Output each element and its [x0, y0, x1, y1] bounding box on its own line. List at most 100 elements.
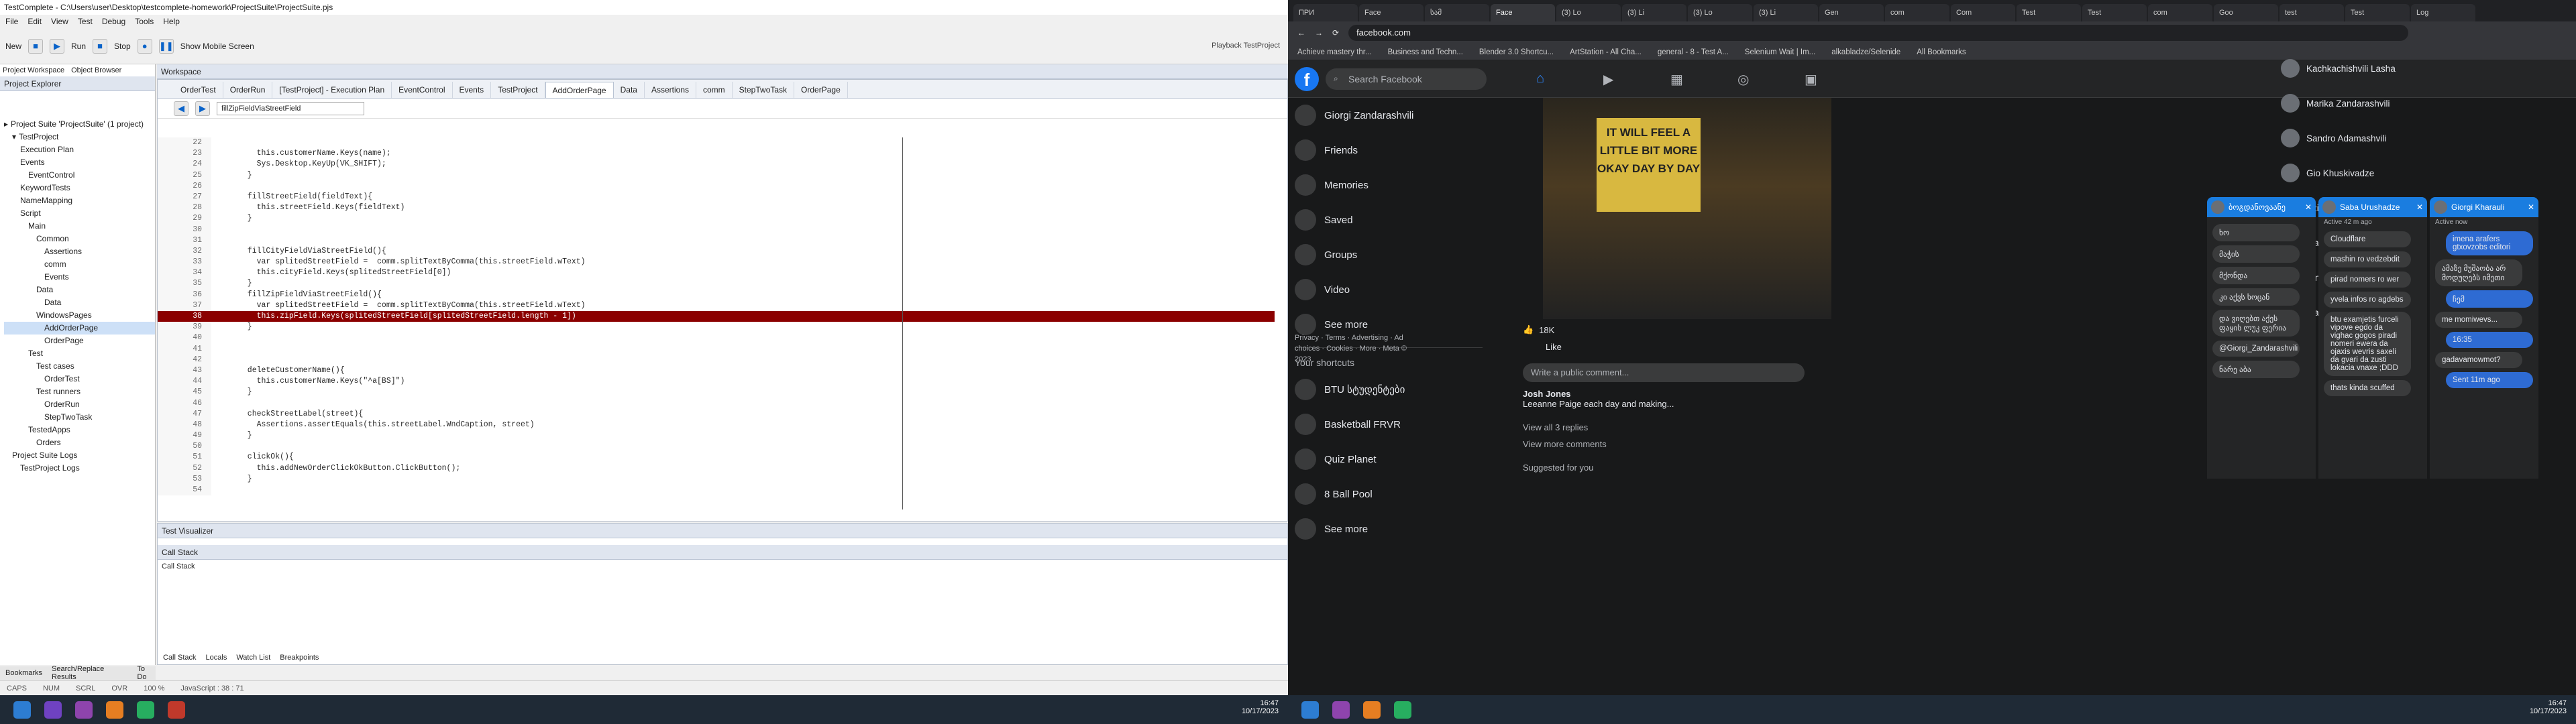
bookmark-item[interactable]: alkabladze/Selenide [1831, 48, 1900, 56]
tree-item[interactable]: TestProject Logs [4, 462, 155, 475]
tab-object-browser[interactable]: Object Browser [71, 66, 121, 74]
browser-tab[interactable]: Log [2411, 4, 2475, 21]
tree-item[interactable]: OrderTest [4, 373, 155, 385]
show-mobile-screen-button[interactable]: Show Mobile Screen [180, 42, 254, 51]
close-icon[interactable]: ✕ [2305, 202, 2312, 212]
chat-header[interactable]: Saba Urushadze ✕ [2318, 197, 2427, 217]
menu-edit[interactable]: Edit [28, 17, 42, 26]
sidebar-item-profile[interactable]: Giorgi Zandarashvili [1288, 98, 1489, 133]
footer-links[interactable]: Privacy · Terms · Advertising · Ad choic… [1295, 333, 1422, 365]
tab-project-workspace[interactable]: Project Workspace [3, 66, 64, 74]
code-line[interactable]: 22 [158, 137, 1275, 149]
code-line[interactable]: 33 var splitedStreetField = comm.splitTe… [158, 257, 1275, 268]
editor-tab[interactable]: StepTwoTask [733, 82, 795, 98]
browser-tab[interactable]: Goo [2214, 4, 2278, 21]
code-line[interactable]: 35 } [158, 278, 1275, 290]
tree-item[interactable]: Execution Plan [4, 143, 155, 156]
facebook-logo[interactable]: f [1295, 67, 1319, 91]
menu-view[interactable]: View [51, 17, 68, 26]
shortcut-item[interactable]: Basketball FRVR [1288, 407, 1489, 442]
tree-item[interactable]: Common [4, 233, 155, 245]
tab-todo[interactable]: To Do [137, 665, 156, 681]
tab-search-replace[interactable]: Search/Replace Results [52, 665, 127, 681]
bookmark-item[interactable]: Business and Techn... [1388, 48, 1463, 56]
tree-item[interactable]: Script [4, 207, 155, 220]
browser-tab[interactable]: (3) Li [1754, 4, 1818, 21]
editor-tab[interactable]: TestProject [491, 82, 545, 98]
code-line[interactable]: 37 var splitedStreetField = comm.splitTe… [158, 300, 1275, 311]
app-icon[interactable] [44, 701, 62, 719]
code-line[interactable]: 49 } [158, 430, 1275, 442]
editor-tab[interactable]: OrderPage [794, 82, 848, 98]
editor-tab-active[interactable]: AddOrderPage [545, 82, 614, 98]
code-line[interactable]: 45 } [158, 387, 1275, 398]
tree-item[interactable]: EventControl [4, 169, 155, 182]
editor-tab[interactable]: Events [453, 82, 492, 98]
code-line[interactable]: 48 Assertions.assertEquals(this.streetLa… [158, 419, 1275, 431]
sidebar-item-saved[interactable]: Saved [1288, 202, 1489, 237]
back-icon[interactable]: ← [1297, 28, 1305, 38]
code-line[interactable]: 39 } [158, 322, 1275, 333]
chat-header[interactable]: ბოგდანოვაანე ✕ [2207, 197, 2316, 217]
browser-tab[interactable]: Gen [1819, 4, 1884, 21]
shortcut-item[interactable]: 8 Ball Pool [1288, 477, 1489, 511]
code-line[interactable]: 54 [158, 485, 1275, 496]
tree-item[interactable]: TestedApps [4, 424, 155, 436]
code-line[interactable]: 50 [158, 441, 1275, 452]
code-line[interactable]: 52 this.addNewOrderClickOkButton.ClickBu… [158, 463, 1275, 474]
function-dropdown[interactable]: fillZipFieldViaStreetField [217, 101, 364, 115]
app-icon[interactable] [137, 701, 154, 719]
browser-tab[interactable]: Face [1491, 4, 1555, 21]
view-more-comments-link[interactable]: View more comments [1523, 439, 1805, 449]
tree-item[interactable]: Data [4, 296, 155, 309]
tree-item[interactable]: Test cases [4, 360, 155, 373]
browser-tab[interactable]: Test [2082, 4, 2147, 21]
gaming-icon[interactable]: ▣ [1805, 71, 1817, 88]
browser-tab[interactable]: com [1885, 4, 1949, 21]
groups-icon[interactable]: ◎ [1737, 71, 1749, 88]
contact-item[interactable]: Marika Zandarashvili [2281, 86, 2576, 121]
menu-test[interactable]: Test [78, 17, 93, 26]
bookmark-item[interactable]: Blender 3.0 Shortcu... [1479, 48, 1554, 56]
code-line[interactable]: 42 [158, 354, 1275, 365]
save-icon[interactable]: ■ [28, 38, 44, 54]
tree-item[interactable]: Events [4, 271, 155, 284]
code-line[interactable]: 26 [158, 180, 1275, 192]
bookmark-item[interactable]: general - 8 - Test A... [1658, 48, 1729, 56]
code-line[interactable]: 47 checkStreetLabel(street){ [158, 408, 1275, 420]
code-line[interactable]: 44 this.customerName.Keys("^a[BS]") [158, 376, 1275, 387]
menu-file[interactable]: File [5, 17, 18, 26]
commenter-name[interactable]: Josh Jones [1523, 389, 1805, 399]
comment-input[interactable]: Write a public comment... [1523, 363, 1805, 382]
code-line[interactable]: 36 fillZipFieldViaStreetField(){ [158, 289, 1275, 300]
tab-breakpoints[interactable]: Breakpoints [280, 654, 319, 662]
sidebar-item-video[interactable]: Video [1288, 272, 1489, 307]
code-line[interactable]: 24 Sys.Desktop.KeyUp(VK_SHIFT); [158, 159, 1275, 170]
browser-tab[interactable]: Test [2345, 4, 2410, 21]
post-photo[interactable]: IT WILL FEEL A LITTLE BIT MORE OKAY DAY … [1543, 98, 1831, 319]
pause-icon[interactable]: ❚❚ [158, 38, 174, 54]
back-icon[interactable]: ◀ [174, 101, 189, 116]
like-button[interactable]: Like [1523, 338, 1805, 357]
tree-item[interactable]: AddOrderPage [4, 322, 155, 335]
tab-locals[interactable]: Locals [206, 654, 227, 662]
code-line[interactable]: 28 this.streetField.Keys(fieldText) [158, 202, 1275, 214]
tab-watch-list[interactable]: Watch List [236, 654, 270, 662]
menu-help[interactable]: Help [163, 17, 180, 26]
code-line[interactable]: 34 this.cityField.Keys(splitedStreetFiel… [158, 267, 1275, 279]
app-icon[interactable] [1363, 701, 1381, 719]
tree-item[interactable]: ▸ Project Suite 'ProjectSuite' (1 project… [4, 118, 155, 131]
tree-item[interactable]: Main [4, 220, 155, 233]
tab-call-stack[interactable]: Call Stack [163, 654, 197, 662]
code-line[interactable]: 32 fillCityFieldViaStreetField(){ [158, 245, 1275, 257]
browser-tab[interactable]: ПРИ [1293, 4, 1358, 21]
browser-tab[interactable]: Face [1359, 4, 1424, 21]
tree-item[interactable]: Events [4, 156, 155, 169]
menu-debug[interactable]: Debug [102, 17, 125, 26]
tab-bookmarks[interactable]: Bookmarks [5, 669, 42, 677]
code-line[interactable]: 30 [158, 224, 1275, 235]
browser-tab[interactable]: Com [1951, 4, 2015, 21]
editor-tab[interactable]: Data [614, 82, 645, 98]
marketplace-icon[interactable]: ▦ [1670, 71, 1683, 88]
forward-icon[interactable]: → [1315, 28, 1323, 38]
